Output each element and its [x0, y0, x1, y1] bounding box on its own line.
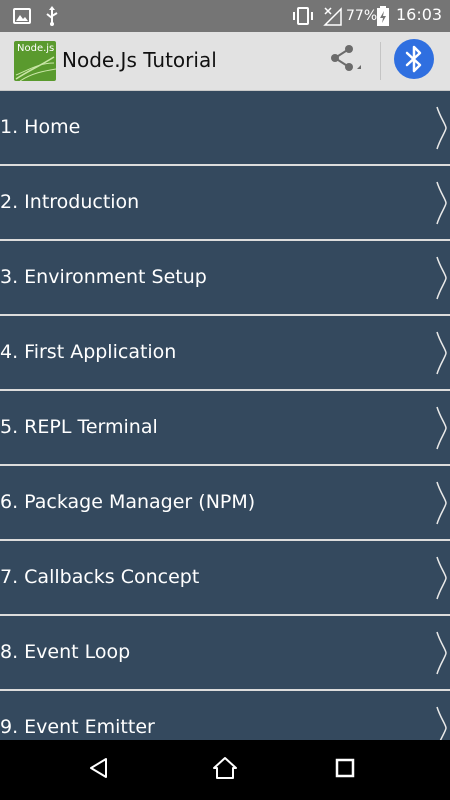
chevron-right-icon [434, 405, 448, 451]
home-button[interactable] [205, 750, 245, 790]
menu-item[interactable]: 6. Package Manager (NPM) [0, 466, 450, 541]
chevron-right-icon [434, 705, 448, 740]
bluetooth-icon [393, 38, 435, 84]
chevron-right-icon [434, 480, 448, 526]
chevron-right-icon [434, 180, 448, 226]
usb-icon [44, 5, 60, 27]
menu-item-label: 3. Environment Setup [0, 266, 207, 288]
navigation-bar [0, 740, 450, 800]
menu-item-label: 6. Package Manager (NPM) [0, 491, 256, 513]
image-icon [12, 5, 32, 27]
recents-icon [334, 757, 356, 783]
menu-item[interactable]: 1. Home [0, 91, 450, 166]
chevron-right-icon [434, 630, 448, 676]
menu-item[interactable]: 7. Callbacks Concept [0, 541, 450, 616]
no-signal-icon [322, 5, 344, 27]
screen: 77% 16:03 Node.js Node.Js Tutorial 1. Ho… [0, 0, 450, 800]
status-time: 16:03 [396, 5, 443, 24]
vibrate-icon [290, 5, 316, 27]
app-logo: Node.js [14, 41, 56, 81]
battery-percent: 77% [346, 8, 378, 24]
menu-item[interactable]: 4. First Application [0, 316, 450, 391]
action-divider [380, 42, 381, 80]
back-button[interactable] [79, 750, 119, 790]
menu-item-label: 7. Callbacks Concept [0, 566, 200, 588]
chevron-right-icon [434, 555, 448, 601]
menu-item[interactable]: 2. Introduction [0, 166, 450, 241]
menu-item-label: 8. Event Loop [0, 641, 131, 663]
chevron-right-icon [434, 255, 448, 301]
menu-item-label: 4. First Application [0, 341, 177, 363]
status-bar: 77% 16:03 [0, 0, 450, 32]
chevron-right-icon [434, 105, 448, 151]
home-icon [212, 755, 238, 785]
chevron-right-icon [434, 330, 448, 376]
menu-item[interactable]: 3. Environment Setup [0, 241, 450, 316]
battery-charging-icon [376, 5, 390, 27]
menu-item[interactable]: 5. REPL Terminal [0, 391, 450, 466]
menu-item[interactable]: 9. Event Emitter [0, 691, 450, 740]
menu-list: 1. Home 2. Introduction 3. Environment Set… [0, 91, 450, 740]
menu-item-label: 5. REPL Terminal [0, 416, 158, 438]
bluetooth-button[interactable] [392, 39, 436, 83]
menu-item-label: 2. Introduction [0, 191, 140, 213]
back-icon [87, 756, 111, 784]
menu-item-label: 9. Event Emitter [0, 716, 155, 738]
menu-item-label: 1. Home [0, 116, 81, 138]
app-title: Node.Js Tutorial [62, 48, 217, 72]
menu-item[interactable]: 8. Event Loop [0, 616, 450, 691]
action-bar: Node.js Node.Js Tutorial [0, 32, 450, 91]
recents-button[interactable] [325, 750, 365, 790]
share-icon [323, 39, 363, 83]
share-button[interactable] [308, 32, 378, 90]
